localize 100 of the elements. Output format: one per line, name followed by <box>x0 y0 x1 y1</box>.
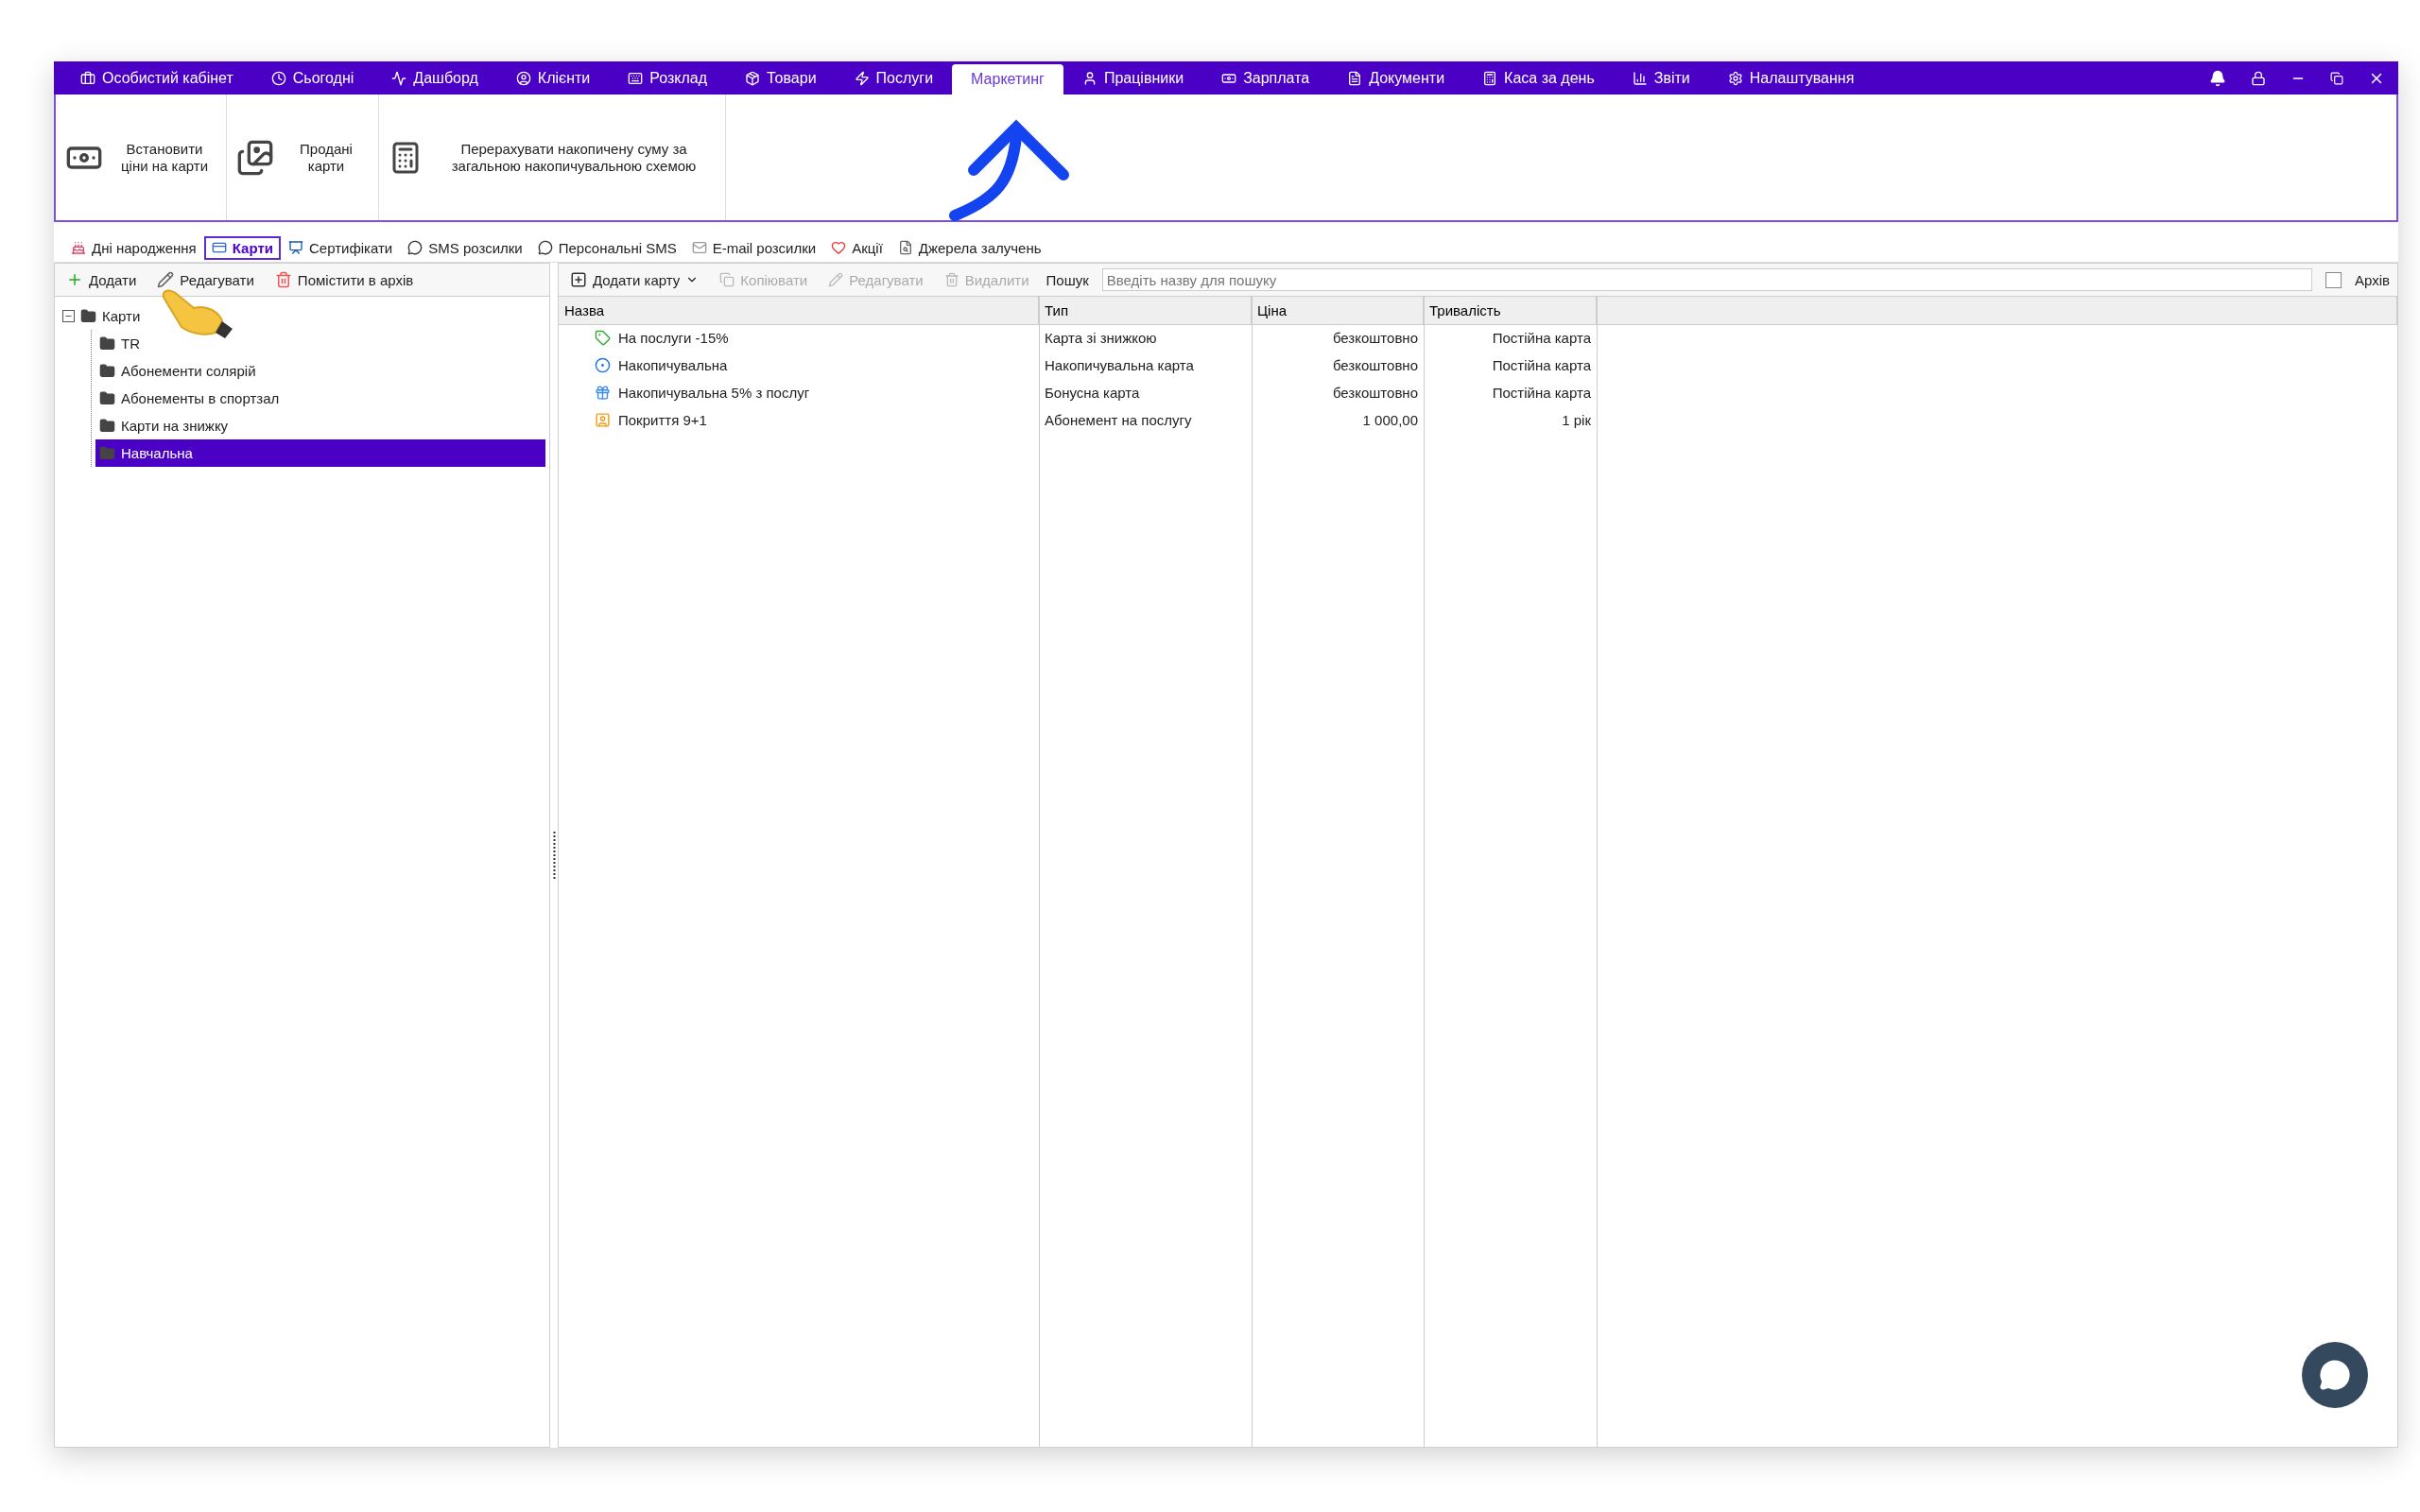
folder-icon <box>99 335 115 352</box>
table-cell-text: Накопичувальна карта <box>1044 356 1195 375</box>
table-cell-text: Постійна карта <box>1491 384 1592 403</box>
search-field[interactable]: Введіть назву для пошуку <box>1101 268 2312 291</box>
archive-checkbox[interactable] <box>2325 271 2342 288</box>
mail-icon <box>691 240 707 255</box>
section-tab[interactable]: Карти <box>203 235 281 260</box>
section-tab[interactable]: Сертифікати <box>280 235 401 260</box>
section-tab[interactable]: Джерела залучень <box>890 235 1049 260</box>
menu-tab[interactable]: Особистий кабінет <box>61 61 252 94</box>
menu-tab[interactable]: Клієнти <box>496 61 610 94</box>
document-search-icon <box>897 240 913 255</box>
menu-tab[interactable]: Документи <box>1328 61 1464 94</box>
gift-icon <box>595 385 611 401</box>
circle-icon <box>595 357 611 373</box>
calculator-icon <box>1482 70 1498 86</box>
folder-icon <box>99 390 115 406</box>
menu-tab[interactable]: Послуги <box>835 61 953 94</box>
tree-node[interactable]: Карти <box>59 302 545 330</box>
table-cell-text: безкоштовно <box>1331 329 1419 348</box>
menu-tab[interactable]: Товари <box>726 61 836 94</box>
pencil-icon <box>157 271 175 288</box>
table-cell-text: Абонемент на послугу <box>1044 411 1193 430</box>
lightning-icon <box>854 70 870 86</box>
folder-icon <box>99 445 115 461</box>
column-header[interactable]: Тривалість <box>1424 297 1597 325</box>
pointing-hand-icon <box>162 289 233 338</box>
folder-icon <box>99 363 115 379</box>
document-icon <box>1347 70 1363 86</box>
menu-tab[interactable]: Налаштування <box>1708 61 1874 94</box>
table-cell-text: 1 000,00 <box>1361 411 1419 430</box>
section-tab[interactable]: Персональні SMS <box>529 235 684 260</box>
section-tab[interactable]: SMS розсилки <box>400 235 530 260</box>
cards-icon <box>236 138 274 177</box>
table-cell-text: Постійна карта <box>1491 356 1592 375</box>
section-tab[interactable]: E-mail розсилки <box>683 235 824 260</box>
cake-icon <box>71 240 86 255</box>
lock-icon[interactable] <box>2251 70 2266 86</box>
copy-icon <box>719 272 735 287</box>
toolbar-button[interactable]: Помістити в архів <box>270 269 418 290</box>
menu-tab[interactable]: Розклад <box>609 61 727 94</box>
table-cell-text: безкоштовно <box>1331 356 1419 375</box>
menu-tab[interactable]: Звіти <box>1613 61 1709 94</box>
table-cell-text: 1 рік <box>1561 411 1592 430</box>
table-cell-text: Карта зі знижкою <box>1044 329 1158 348</box>
trash-icon <box>943 272 959 287</box>
table-cell: Накопичувальна <box>559 352 1039 379</box>
toolbar-button[interactable]: Додати <box>62 269 141 290</box>
tree-item[interactable]: TR <box>95 330 545 357</box>
trash-icon <box>274 271 292 288</box>
menu-tab[interactable]: Працівники <box>1063 61 1203 94</box>
briefcase-icon <box>80 70 95 86</box>
folder-icon <box>80 308 96 324</box>
ribbon-button[interactable]: Встановити ціни на карти <box>56 94 227 220</box>
search-label: Пошук <box>1046 271 1089 288</box>
folder-icon <box>99 418 115 434</box>
user-icon <box>515 70 531 86</box>
card-icon <box>211 240 227 255</box>
heart-icon <box>831 240 847 255</box>
tree-item[interactable]: Абонементы в спортзал <box>95 385 545 412</box>
section-tab[interactable]: Акції <box>823 235 890 260</box>
add-icon <box>570 271 587 288</box>
table-cell-text: Постійна карта <box>1491 329 1592 348</box>
column-header[interactable]: Назва <box>559 297 1039 325</box>
tree-item[interactable]: Абонементи солярій <box>95 357 545 385</box>
column-header[interactable]: Тип <box>1039 297 1252 325</box>
bell-icon[interactable] <box>2209 69 2226 87</box>
tree-item[interactable]: Навчальна <box>95 439 545 467</box>
chat-icon <box>537 240 553 255</box>
clock-icon <box>270 70 286 86</box>
chat-bubble-icon <box>2319 1359 2351 1391</box>
add-card-button[interactable]: Додати карту <box>566 269 703 290</box>
pencil-icon <box>828 272 844 287</box>
plus-icon <box>66 271 83 288</box>
splitter-grip[interactable] <box>552 832 556 879</box>
keyboard-icon <box>628 70 644 86</box>
user-card-icon <box>595 412 611 428</box>
restore-icon[interactable] <box>2330 71 2343 85</box>
ribbon-button[interactable]: Продані карти <box>227 94 379 220</box>
menu-tab[interactable]: Сьогодні <box>251 61 373 94</box>
section-tab[interactable]: Дні народження <box>63 235 204 260</box>
settings-icon <box>1727 70 1743 86</box>
checkbox-label: Архів <box>2355 271 2390 288</box>
pulse-icon <box>391 70 407 86</box>
menu-tab[interactable]: Зарплата <box>1202 61 1329 94</box>
table-cell: Покриття 9+1 <box>559 406 1039 434</box>
tree-item[interactable]: Карти на знижку <box>95 412 545 439</box>
table-cell: Накопичувальна 5% з послуг <box>559 379 1039 406</box>
menu-tab[interactable]: Каса за день <box>1463 61 1614 94</box>
table-cell: На послуги -15% <box>559 324 1039 352</box>
tag-icon <box>595 330 611 346</box>
menu-tab[interactable]: Дашборд <box>372 61 497 94</box>
menu-tab[interactable]: Маркетинг <box>952 64 1063 94</box>
table-cell-text: Бонусна карта <box>1044 384 1141 403</box>
column-header[interactable]: Ціна <box>1252 297 1424 325</box>
toolbar-button[interactable]: Редагувати <box>153 269 258 290</box>
chat-icon <box>407 240 424 255</box>
table-cell-text: безкоштовно <box>1331 384 1419 403</box>
ribbon-button[interactable]: Перерахувати накопичену суму за загальною накопичувальною схемою <box>379 94 726 220</box>
collapse-toggle[interactable] <box>62 310 75 322</box>
